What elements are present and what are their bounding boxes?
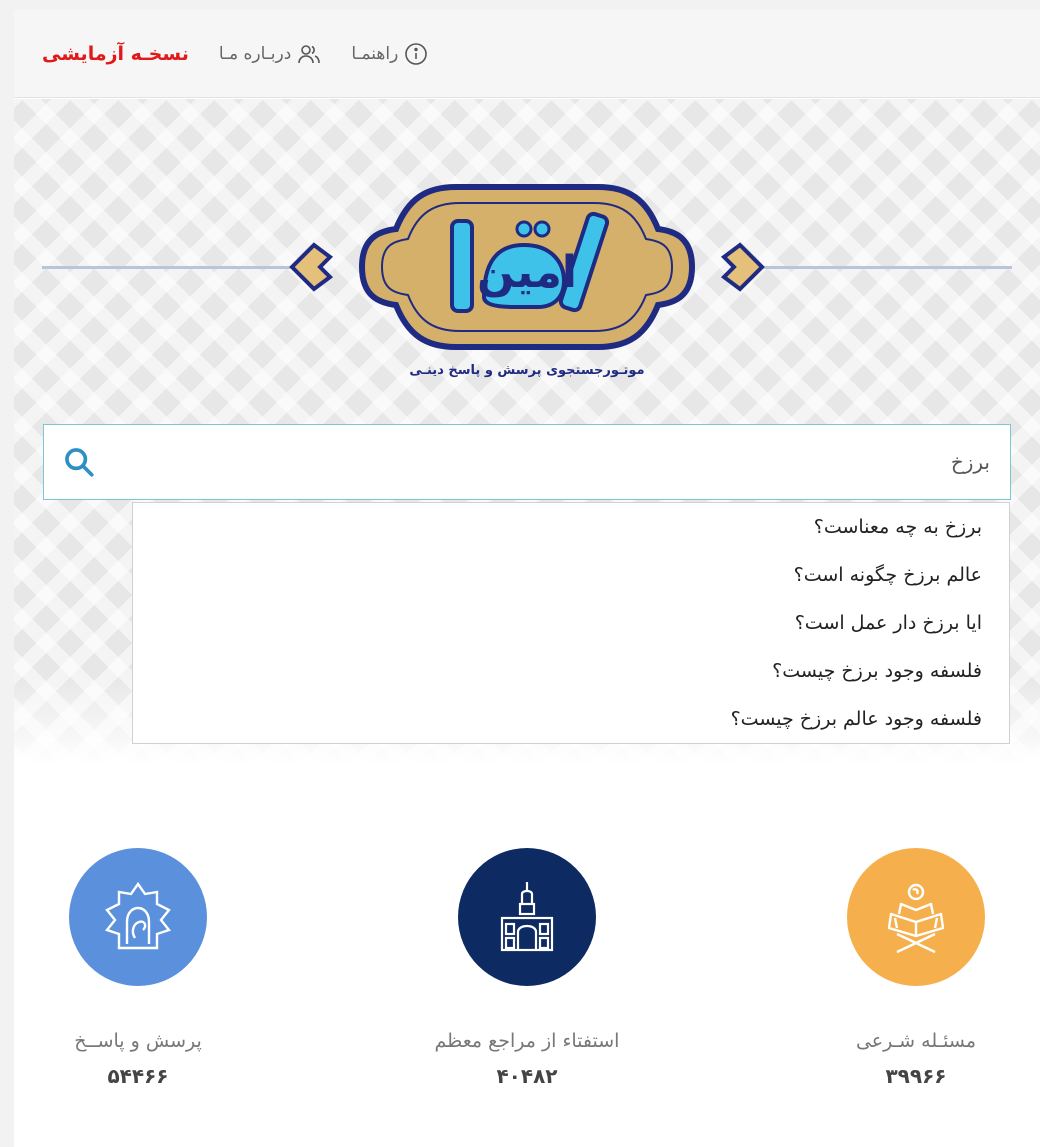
nav-help-link[interactable]: راهنمـا [351, 42, 428, 66]
suggestion-item[interactable]: برزخ به چه معناست؟ [133, 503, 1009, 551]
stat-card-qa[interactable]: پرسش و پاســخ ۵۴۴۶۶ [14, 848, 288, 1088]
top-navbar: نسخـه آزمایشی دربـاره مـا راهنمـا [14, 10, 1040, 98]
shrine-icon [500, 882, 554, 952]
stat-card-fatwa[interactable]: استفتاء از مراجع معظم ۴۰۴۸۲ [377, 848, 677, 1088]
search-icon [65, 448, 94, 477]
stat-circle-qa [69, 848, 207, 986]
stat-label-ruling: مسئـله شـرعی [855, 1030, 977, 1052]
quran-icon [887, 883, 945, 954]
search-button[interactable] [44, 424, 114, 500]
nav-about-link[interactable]: دربـاره مـا [219, 42, 321, 66]
search-bar [43, 424, 1011, 500]
stat-value-qa: ۵۴۴۶۶ [107, 1064, 169, 1088]
logo-wordmark: امین [477, 247, 577, 298]
logo-emblem: امین [289, 184, 765, 350]
qa-mosque-icon [104, 881, 172, 950]
stat-circle-fatwa [458, 848, 596, 986]
suggestion-item[interactable]: فلسفه وجود عالم برزخ چیست؟ [133, 695, 1009, 743]
beta-version-label: نسخـه آزمایشی [42, 42, 189, 65]
suggestion-item[interactable]: ایا برزخ دار عمل است؟ [133, 599, 1009, 647]
nav-help-label: راهنمـا [351, 43, 399, 64]
logo-line-right [762, 266, 1012, 269]
stat-label-fatwa: استفتاء از مراجع معظم [434, 1030, 620, 1052]
logo-tagline: موتـورجستجوی پرسش و پاسخ دینـی [409, 363, 645, 378]
users-icon [298, 44, 321, 63]
autocomplete-dropdown: برزخ به چه معناست؟ عالم برزخ چگونه است؟ … [132, 502, 1010, 744]
stat-label-qa: پرسش و پاســخ [74, 1030, 202, 1052]
info-icon [405, 42, 428, 65]
logo: امین موتـورجستجوی پرسش و پاسخ دینـی [14, 179, 1040, 389]
stat-card-ruling[interactable]: مسئـله شـرعی ۳۹۹۶۶ [766, 848, 1040, 1088]
search-input[interactable] [114, 425, 1010, 499]
stat-value-ruling: ۳۹۹۶۶ [885, 1064, 947, 1088]
suggestion-item[interactable]: فلسفه وجود برزخ چیست؟ [133, 647, 1009, 695]
page-frame: نسخـه آزمایشی دربـاره مـا راهنمـا امین م… [14, 10, 1040, 1147]
stat-value-fatwa: ۴۰۴۸۲ [496, 1064, 558, 1088]
stat-circle-ruling [847, 848, 985, 986]
suggestion-item[interactable]: عالم برزخ چگونه است؟ [133, 551, 1009, 599]
logo-line-left [42, 266, 292, 269]
nav-about-label: دربـاره مـا [218, 43, 292, 64]
